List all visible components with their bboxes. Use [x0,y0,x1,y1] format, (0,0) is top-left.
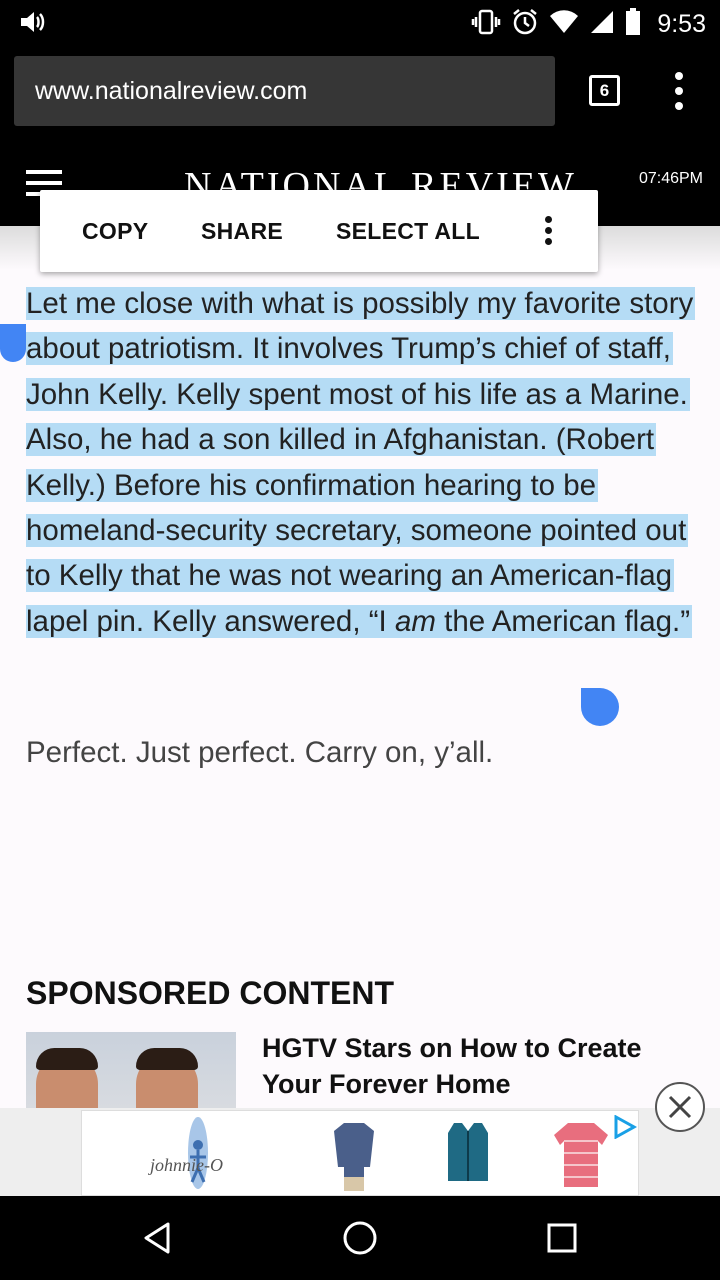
selection-start-handle[interactable] [0,324,26,362]
screen: 9:53 www.nationalreview.com 6 NATIONAL R… [0,0,720,1280]
select-all-button[interactable]: SELECT ALL [336,190,480,272]
recents-icon[interactable] [546,1222,578,1254]
browser-menu-button[interactable] [666,72,692,112]
copy-button[interactable]: COPY [82,190,148,272]
tab-switcher-button[interactable]: 6 [589,75,620,106]
home-icon[interactable] [342,1220,378,1256]
adchoices-icon[interactable] [613,1114,638,1144]
shirt-icon [554,1123,608,1187]
article-paragraph: Perfect. Just perfect. Carry on, y’all. [26,736,494,769]
back-icon[interactable] [140,1220,176,1256]
header-time: 07:46PM [638,170,703,187]
volume-icon [18,8,46,41]
sponsored-thumbnail[interactable] [26,1032,236,1108]
status-icons: 9:53 [471,6,706,42]
share-button[interactable]: SHARE [201,190,283,272]
ad-brand: johnnie-O [150,1155,223,1175]
navigation-bar [0,1196,720,1280]
more-vert-icon[interactable] [542,216,556,246]
alarm-icon [511,8,539,41]
article-selected-paragraph[interactable]: Let me close with what is possibly my fa… [26,281,696,644]
wifi-icon [549,9,579,40]
surfboard-logo-icon [188,1117,208,1189]
sponsored-heading: SPONSORED CONTENT [26,975,395,1011]
selected-text-part: the American flag.” [435,604,691,638]
ad-banner[interactable]: johnnie-O [81,1110,639,1196]
sweater-icon [334,1123,374,1191]
url-bar[interactable]: www.nationalreview.com [14,56,555,126]
signal-icon [589,9,615,40]
selection-end-handle[interactable] [581,688,619,726]
selected-text-part: Let me close with what is possibly my fa… [26,287,694,638]
sponsored-headline[interactable]: HGTV Stars on How to Create Your Forever… [262,1030,682,1102]
emphasis-text: am [394,604,436,638]
clock: 9:53 [657,9,706,38]
vest-icon [448,1123,488,1181]
battery-icon [625,7,641,41]
browser-toolbar: www.nationalreview.com 6 [0,48,720,136]
status-bar: 9:53 [0,0,720,48]
close-icon[interactable] [655,1082,705,1132]
text-selection-menu: COPY SHARE SELECT ALL [40,190,598,272]
vibrate-icon [471,9,501,40]
selected-text[interactable]: Let me close with what is possibly my fa… [26,287,696,638]
